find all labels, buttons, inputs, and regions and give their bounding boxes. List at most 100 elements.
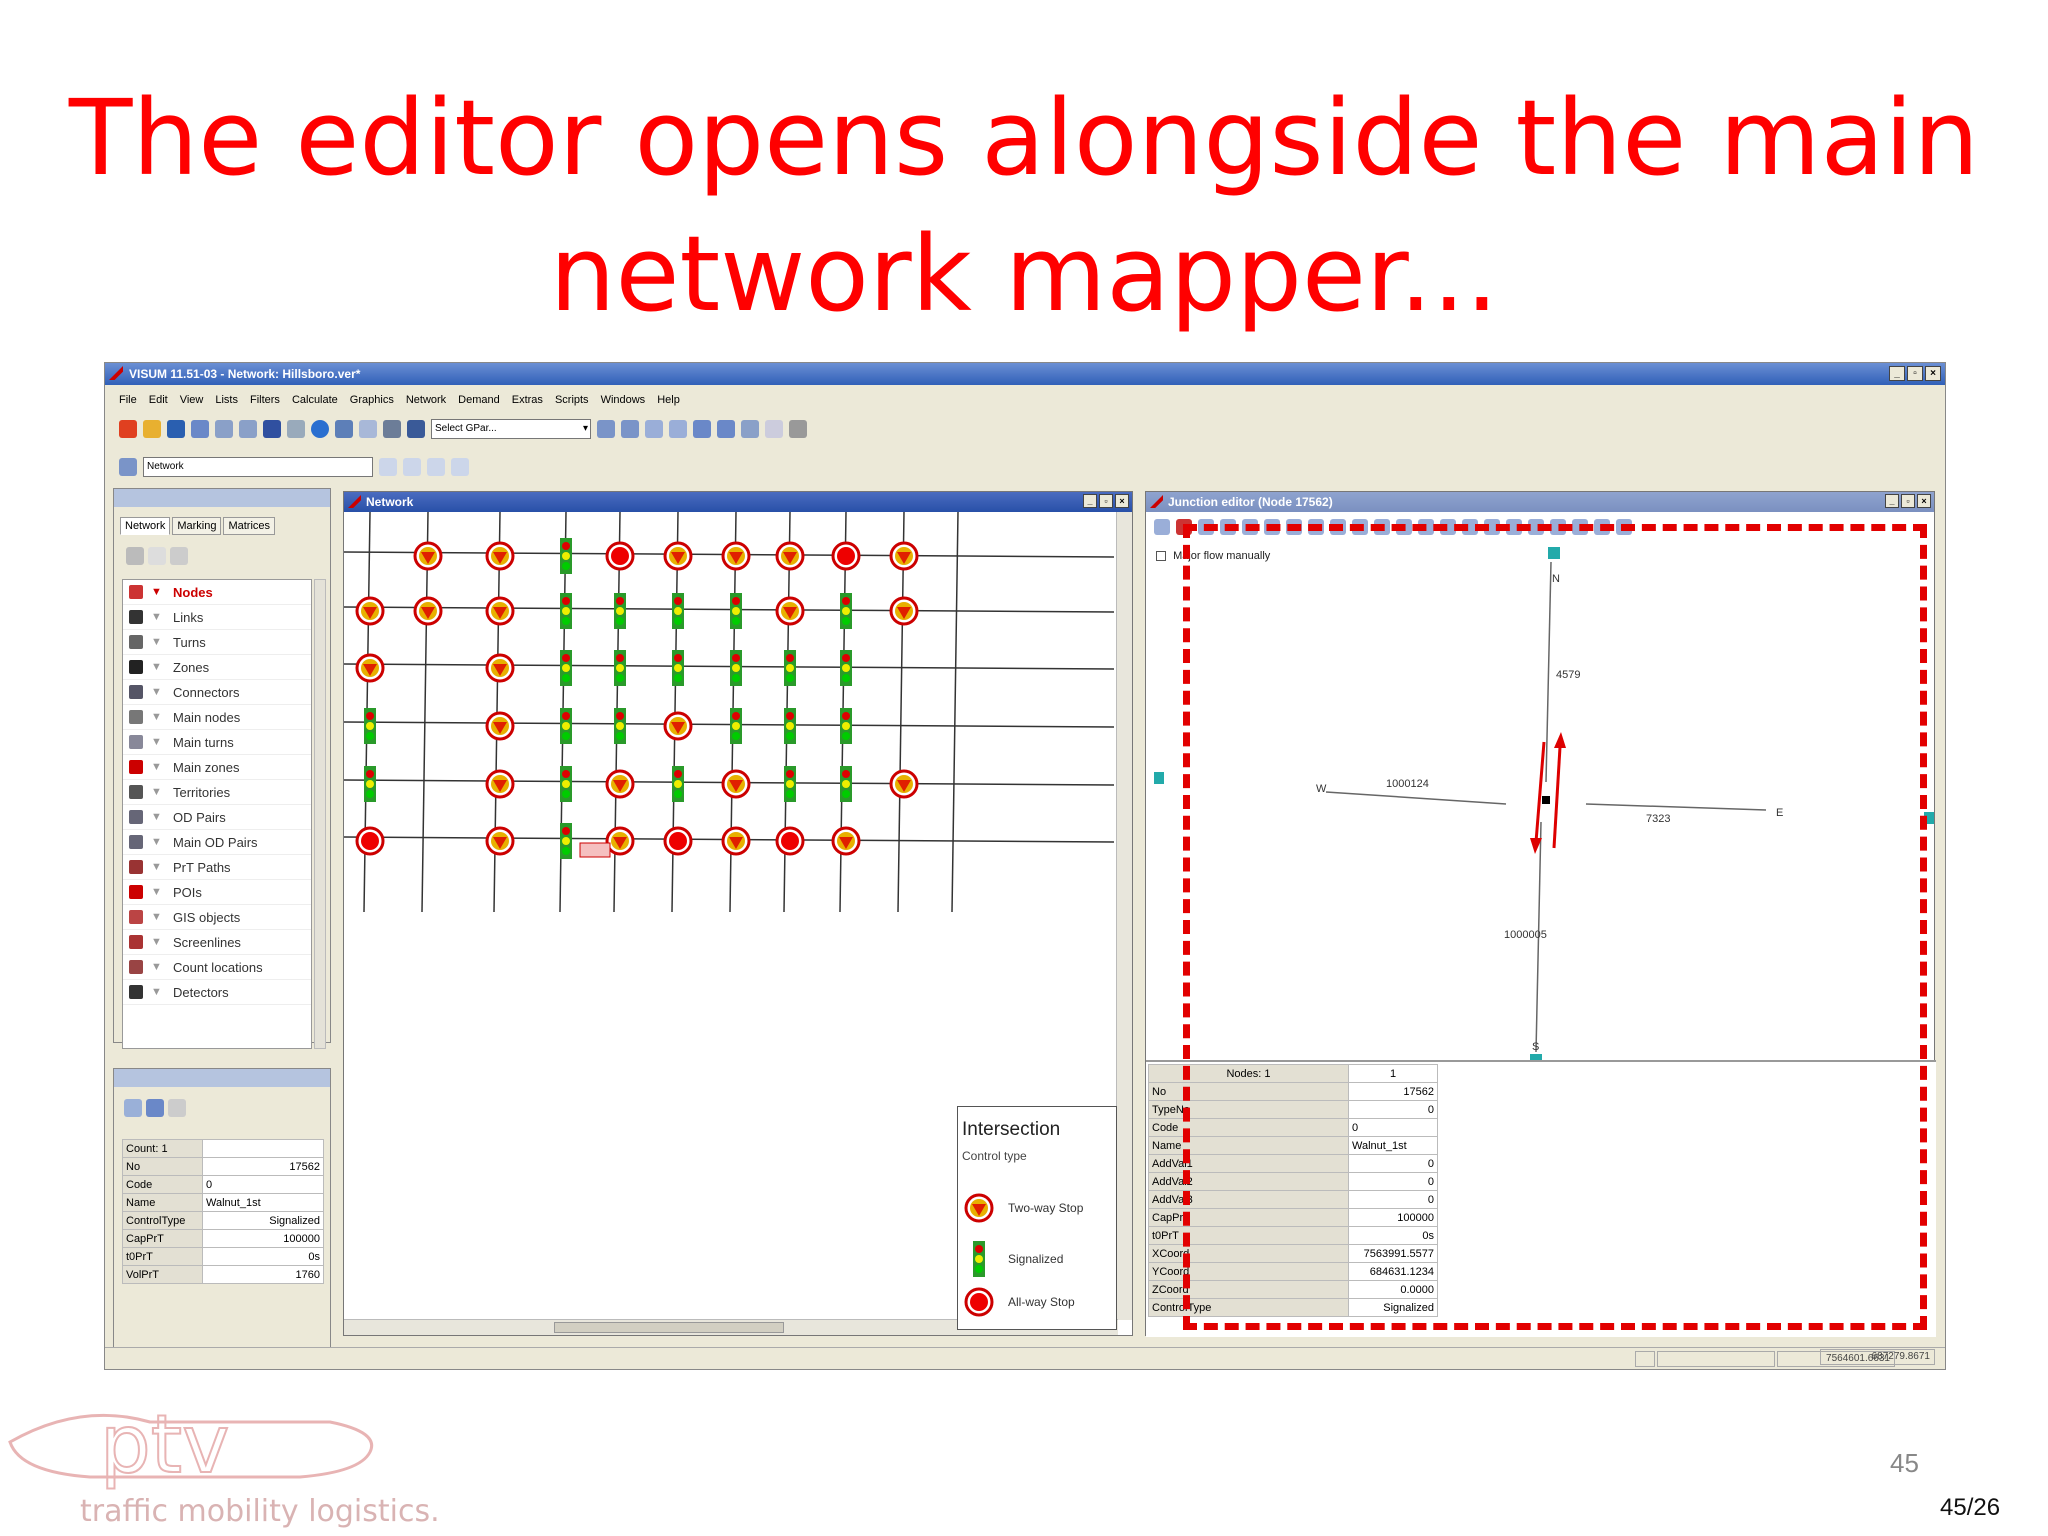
filter-icon[interactable]: ▼ — [151, 861, 163, 873]
menu-item-lists[interactable]: Lists — [215, 389, 238, 411]
insert-mode-icon[interactable] — [126, 547, 144, 565]
layer-item-zones[interactable]: ▼ Zones — [123, 655, 311, 680]
layer-item-od-pairs[interactable]: ▼ OD Pairs — [123, 805, 311, 830]
menu-item-help[interactable]: Help — [657, 389, 680, 411]
zoom-in-icon[interactable] — [597, 420, 615, 438]
tab-network[interactable]: Network — [120, 517, 171, 535]
undo-icon[interactable] — [215, 420, 233, 438]
info-icon[interactable] — [311, 420, 329, 438]
binoculars-icon[interactable] — [263, 420, 281, 438]
layer-item-count-locations[interactable]: ▼ Count locations — [123, 955, 311, 980]
layer-item-links[interactable]: ▼ Links — [123, 605, 311, 630]
layer-item-gis-objects[interactable]: ▼ GIS objects — [123, 905, 311, 930]
tile-horizontal-icon[interactable] — [403, 458, 421, 476]
quickview-paste-icon[interactable] — [168, 1099, 186, 1117]
tab-matrices[interactable]: Matrices — [223, 517, 276, 535]
layer-item-screenlines[interactable]: ▼ Screenlines — [123, 930, 311, 955]
signalized-node — [730, 650, 742, 686]
edit-icon[interactable] — [765, 420, 783, 438]
filter-icon[interactable]: ▼ — [151, 711, 163, 723]
layer-item-territories[interactable]: ▼ Territories — [123, 780, 311, 805]
menu-item-windows[interactable]: Windows — [601, 389, 646, 411]
menu-item-graphics[interactable]: Graphics — [350, 389, 394, 411]
menu-item-view[interactable]: View — [180, 389, 204, 411]
redo-icon[interactable] — [239, 420, 257, 438]
menu-item-filters[interactable]: Filters — [250, 389, 280, 411]
menu-item-calculate[interactable]: Calculate — [292, 389, 338, 411]
layer-item-detectors[interactable]: ▼ Detectors — [123, 980, 311, 1005]
layer-item-main-nodes[interactable]: ▼ Main nodes — [123, 705, 311, 730]
menu-item-scripts[interactable]: Scripts — [555, 389, 589, 411]
menu-item-network[interactable]: Network — [406, 389, 446, 411]
scrollbar-thumb[interactable] — [554, 1322, 784, 1333]
filter-icon[interactable]: ▼ — [151, 886, 163, 898]
spatial-select-icon[interactable] — [170, 547, 188, 565]
filter-icon[interactable]: ▼ — [151, 636, 163, 648]
layer-item-main-turns[interactable]: ▼ Main turns — [123, 730, 311, 755]
minimize-button[interactable]: _ — [1889, 366, 1905, 381]
menu-item-extras[interactable]: Extras — [512, 389, 543, 411]
filter-icon[interactable]: ▼ — [151, 761, 163, 773]
quickview-copy-icon[interactable] — [146, 1099, 164, 1117]
two-way-stop-node — [605, 826, 635, 856]
layer-item-connectors[interactable]: ▼ Connectors — [123, 680, 311, 705]
intersection-legend: Intersection Control type Two-way Stop S… — [957, 1106, 1117, 1330]
filter-icon[interactable]: ▼ — [151, 836, 163, 848]
layer-item-main-zones[interactable]: ▼ Main zones — [123, 755, 311, 780]
filter-icon[interactable]: ▼ — [151, 611, 163, 623]
filter-icon[interactable]: ▼ — [151, 686, 163, 698]
layer-item-turns[interactable]: ▼ Turns — [123, 630, 311, 655]
forward-icon[interactable] — [669, 420, 687, 438]
layer-item-prt-paths[interactable]: ▼ PrT Paths — [123, 855, 311, 880]
restore-button[interactable]: ▫ — [1901, 494, 1915, 508]
layer-list-scrollbar[interactable] — [314, 579, 326, 1049]
junction-tool-icon[interactable] — [1154, 519, 1170, 535]
save-as-icon[interactable] — [191, 420, 209, 438]
tab-marking[interactable]: Marking — [172, 517, 222, 535]
network-select[interactable]: Network — [143, 457, 373, 477]
filter-icon[interactable]: ▼ — [151, 961, 163, 973]
save-icon[interactable] — [167, 420, 185, 438]
cascade-icon[interactable] — [451, 458, 469, 476]
restore-button[interactable]: ▫ — [1907, 366, 1923, 381]
layer-item-pois[interactable]: ▼ POIs — [123, 880, 311, 905]
menu-item-demand[interactable]: Demand — [458, 389, 500, 411]
back-icon[interactable] — [645, 420, 663, 438]
layer-item-nodes[interactable]: ▼ Nodes — [123, 580, 311, 605]
filter-icon[interactable]: ▼ — [151, 811, 163, 823]
filter-icon[interactable]: ▼ — [151, 986, 163, 998]
layer-item-main-od-pairs[interactable]: ▼ Main OD Pairs — [123, 830, 311, 855]
quickview-select-icon[interactable] — [124, 1099, 142, 1117]
filter-icon[interactable]: ▼ — [151, 661, 163, 673]
table-icon[interactable] — [359, 420, 377, 438]
new-file-icon[interactable] — [119, 420, 137, 438]
filter-icon[interactable]: ▼ — [151, 786, 163, 798]
filter-icon[interactable]: ▼ — [151, 936, 163, 948]
help-cursor-icon[interactable] — [789, 420, 807, 438]
refresh-icon[interactable] — [741, 420, 759, 438]
filter-icon[interactable]: ▼ — [151, 911, 163, 923]
graphic-params-icon[interactable] — [407, 420, 425, 438]
zoom-out-icon[interactable] — [621, 420, 639, 438]
minimize-button[interactable]: _ — [1083, 494, 1097, 508]
pan-icon[interactable] — [693, 420, 711, 438]
tool-icon[interactable] — [383, 420, 401, 438]
close-button[interactable]: × — [1925, 366, 1941, 381]
menu-item-file[interactable]: File — [119, 389, 137, 411]
network-vertical-scrollbar[interactable] — [1116, 512, 1132, 1320]
filter-icon[interactable]: ▼ — [151, 586, 163, 598]
menu-item-edit[interactable]: Edit — [149, 389, 168, 411]
open-folder-icon[interactable] — [143, 420, 161, 438]
close-button[interactable]: × — [1917, 494, 1931, 508]
select-cursor-icon[interactable] — [148, 547, 166, 565]
minimize-button[interactable]: _ — [1885, 494, 1899, 508]
graphic-params-select[interactable]: Select GPar... ▾ — [431, 419, 591, 439]
tile-vertical-icon[interactable] — [427, 458, 445, 476]
list-view-icon[interactable] — [335, 420, 353, 438]
filter-icon[interactable]: ▼ — [151, 736, 163, 748]
close-button[interactable]: × — [1115, 494, 1129, 508]
print-icon[interactable] — [287, 420, 305, 438]
zoom-extent-icon[interactable] — [717, 420, 735, 438]
window-layout-icon[interactable] — [379, 458, 397, 476]
restore-button[interactable]: ▫ — [1099, 494, 1113, 508]
